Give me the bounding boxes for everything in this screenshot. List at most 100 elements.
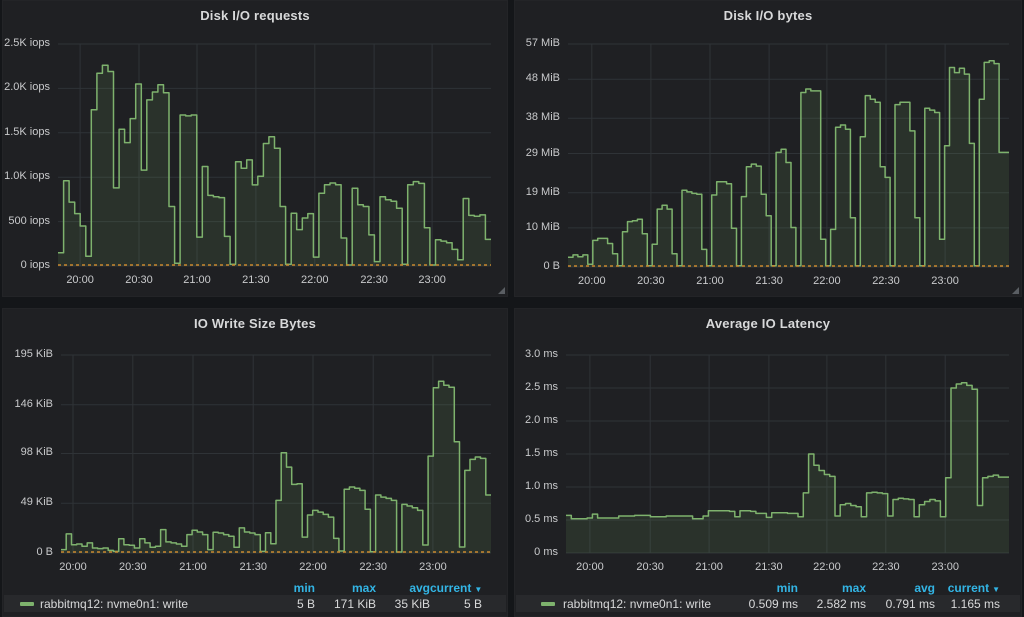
grafana-dashboard: Disk I/O requests 2.5K iops 2.0K iops 1.5K… xyxy=(0,0,1024,617)
panel-title[interactable]: IO Write Size Bytes xyxy=(3,316,507,331)
y-axis-tick-label: 0 ms xyxy=(515,546,558,559)
series-label[interactable]: rabbitmq12: nvme0n1: write xyxy=(563,597,711,611)
panel-title[interactable]: Disk I/O requests xyxy=(3,8,507,23)
legend-avg-value: 0.791 ms xyxy=(866,597,935,611)
x-axis-tick-label: 21:00 xyxy=(172,274,222,287)
resize-handle-icon[interactable] xyxy=(1012,287,1019,294)
y-axis-tick-label: 3.0 ms xyxy=(515,348,558,361)
panel-title[interactable]: Average IO Latency xyxy=(515,316,1021,331)
y-axis-tick-label: 0 B xyxy=(515,260,560,273)
legend: min max avg current▼ rabbitmq12: nvme0n1… xyxy=(516,580,1020,612)
x-axis-tick-label: 22:30 xyxy=(349,274,399,287)
resize-handle-icon[interactable] xyxy=(498,287,505,294)
legend-min-value: 5 B xyxy=(255,597,315,611)
x-axis-tick-label: 20:30 xyxy=(625,561,675,574)
legend-current-value: 1.165 ms xyxy=(935,597,1000,611)
legend-header-min[interactable]: min xyxy=(730,581,798,595)
legend-header-current-label: current xyxy=(430,581,471,595)
x-axis-tick-label: 21:30 xyxy=(744,275,794,288)
panel-io-write-size-bytes: IO Write Size Bytes 195 KiB 146 KiB 98 KiB… xyxy=(2,308,508,617)
x-axis-tick-label: 20:30 xyxy=(108,561,158,574)
series-color-swatch[interactable] xyxy=(20,602,34,606)
x-axis-tick-label: 22:00 xyxy=(802,561,852,574)
x-axis-tick-label: 20:30 xyxy=(626,275,676,288)
legend-header-current[interactable]: current▼ xyxy=(430,581,482,595)
legend-current-value: 5 B xyxy=(430,597,482,611)
chart-svg xyxy=(58,44,491,266)
legend: min max avg current▼ rabbitmq12: nvme0n1… xyxy=(4,580,506,612)
chart-disk-io-requests[interactable]: 2.5K iops 2.0K iops 1.5K iops 1.0K iops 500 … xyxy=(3,1,507,296)
legend-max-value: 2.582 ms xyxy=(798,597,866,611)
x-axis-tick-label: 21:30 xyxy=(228,561,278,574)
y-axis-tick-label: 19 MiB xyxy=(515,186,560,199)
y-axis-tick-label: 2.5 ms xyxy=(515,381,558,394)
legend-min-value: 0.509 ms xyxy=(730,597,798,611)
y-axis-tick-label: 38 MiB xyxy=(515,111,560,124)
x-axis-tick-label: 22:00 xyxy=(290,274,340,287)
x-axis-tick-label: 22:30 xyxy=(861,561,911,574)
chart-disk-io-bytes[interactable]: 57 MiB 48 MiB 38 MiB 29 MiB 19 MiB 10 MiB 0 B 2… xyxy=(515,1,1021,296)
legend-header-min[interactable]: min xyxy=(255,581,315,595)
legend-header: min max avg current▼ xyxy=(516,580,1020,595)
x-axis-tick-label: 23:00 xyxy=(407,274,457,287)
legend-series-row: rabbitmq12: nvme0n1: write 5 B 171 KiB 3… xyxy=(4,595,506,612)
y-axis-tick-label: 1.0 ms xyxy=(515,480,558,493)
y-axis-tick-label: 500 iops xyxy=(3,215,50,228)
x-axis-tick-label: 23:00 xyxy=(408,561,458,574)
y-axis-tick-label: 57 MiB xyxy=(515,37,560,50)
x-axis-tick-label: 20:30 xyxy=(114,274,164,287)
y-axis-tick-label: 195 KiB xyxy=(3,348,53,361)
sort-caret-icon: ▼ xyxy=(992,585,1000,594)
sort-caret-icon: ▼ xyxy=(474,585,482,594)
y-axis-tick-label: 0 iops xyxy=(3,259,50,272)
y-axis-tick-label: 29 MiB xyxy=(515,147,560,160)
legend-avg-value: 35 KiB xyxy=(376,597,430,611)
legend-header-current[interactable]: current▼ xyxy=(935,581,1000,595)
series-label[interactable]: rabbitmq12: nvme0n1: write xyxy=(40,597,188,611)
chart-average-io-latency[interactable]: 3.0 ms 2.5 ms 2.0 ms 1.5 ms 1.0 ms 0.5 ms 0 ms… xyxy=(515,309,1021,616)
x-axis-tick-label: 21:30 xyxy=(231,274,281,287)
legend-header-avg[interactable]: avg xyxy=(376,581,430,595)
x-axis-tick-label: 23:00 xyxy=(920,275,970,288)
legend-header-avg[interactable]: avg xyxy=(866,581,935,595)
x-axis-tick-label: 23:00 xyxy=(920,561,970,574)
y-axis-tick-label: 2.5K iops xyxy=(3,37,50,50)
legend-header-max[interactable]: max xyxy=(315,581,376,595)
x-axis-tick-label: 22:30 xyxy=(348,561,398,574)
y-axis-tick-label: 10 MiB xyxy=(515,221,560,234)
legend-header: min max avg current▼ xyxy=(4,580,506,595)
legend-max-value: 171 KiB xyxy=(315,597,376,611)
chart-svg xyxy=(61,355,491,553)
x-axis-tick-label: 20:00 xyxy=(55,274,105,287)
panel-disk-io-bytes: Disk I/O bytes 57 MiB 48 MiB 38 MiB 29 MiB 1… xyxy=(514,0,1022,297)
chart-svg xyxy=(566,355,1009,553)
x-axis-tick-label: 20:00 xyxy=(567,275,617,288)
chart-svg xyxy=(568,44,1009,267)
y-axis-tick-label: 146 KiB xyxy=(3,398,53,411)
series-color-swatch[interactable] xyxy=(541,602,555,606)
x-axis-tick-label: 20:00 xyxy=(565,561,615,574)
legend-header-max[interactable]: max xyxy=(798,581,866,595)
x-axis-tick-label: 22:30 xyxy=(861,275,911,288)
y-axis-tick-label: 2.0 ms xyxy=(515,414,558,427)
x-axis-tick-label: 22:00 xyxy=(802,275,852,288)
x-axis-tick-label: 21:00 xyxy=(685,275,735,288)
legend-header-current-label: current xyxy=(948,581,989,595)
y-axis-tick-label: 2.0K iops xyxy=(3,81,50,94)
y-axis-tick-label: 98 KiB xyxy=(3,446,53,459)
y-axis-tick-label: 1.5 ms xyxy=(515,447,558,460)
y-axis-tick-label: 48 MiB xyxy=(515,72,560,85)
x-axis-tick-label: 20:00 xyxy=(48,561,98,574)
x-axis-tick-label: 21:00 xyxy=(684,561,734,574)
y-axis-tick-label: 0.5 ms xyxy=(515,513,558,526)
panel-disk-io-requests: Disk I/O requests 2.5K iops 2.0K iops 1.5K… xyxy=(2,0,508,297)
x-axis-tick-label: 21:30 xyxy=(744,561,794,574)
chart-io-write-size-bytes[interactable]: 195 KiB 146 KiB 98 KiB 49 KiB 0 B 20:00 20:30 2… xyxy=(3,309,507,616)
y-axis-tick-label: 1.0K iops xyxy=(3,170,50,183)
y-axis-tick-label: 1.5K iops xyxy=(3,126,50,139)
x-axis-tick-label: 22:00 xyxy=(288,561,338,574)
x-axis-tick-label: 21:00 xyxy=(168,561,218,574)
y-axis-tick-label: 49 KiB xyxy=(3,496,53,509)
y-axis-tick-label: 0 B xyxy=(3,546,53,559)
panel-title[interactable]: Disk I/O bytes xyxy=(515,8,1021,23)
